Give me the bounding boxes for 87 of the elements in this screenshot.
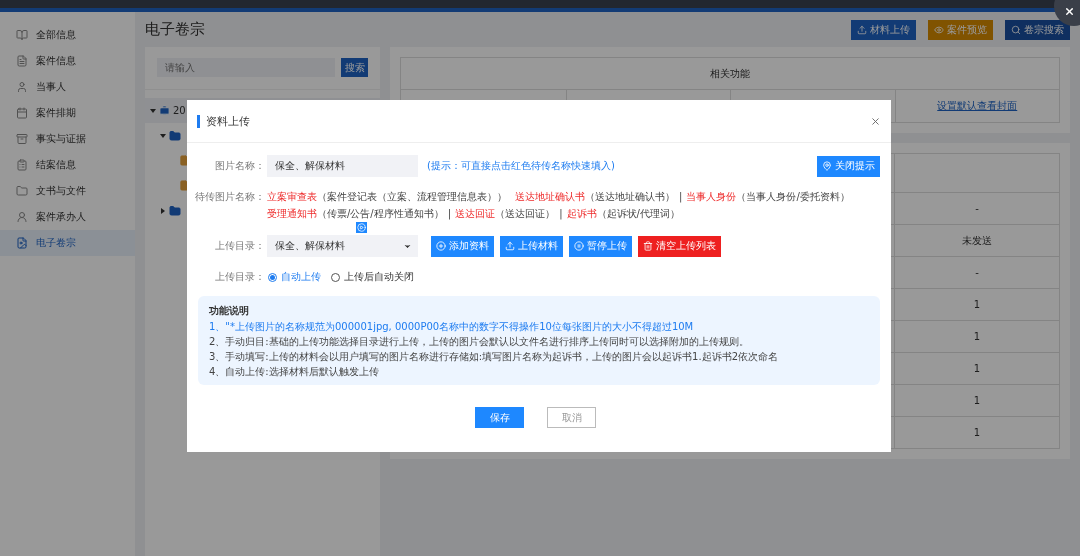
close-icon bbox=[1064, 6, 1075, 17]
field-label: 上传目录： bbox=[214, 240, 265, 252]
sidebar-item[interactable]: 案件排期 bbox=[0, 100, 135, 126]
sidebar-icon bbox=[16, 159, 28, 171]
dialog-title: 资料上传 bbox=[197, 114, 250, 128]
sidebar-icon bbox=[16, 185, 28, 197]
trash-icon bbox=[643, 241, 653, 251]
cover-link[interactable]: 设置默认查看封面 bbox=[937, 99, 1018, 113]
pending-note: （送达地址确认书） bbox=[585, 190, 675, 204]
eye-icon bbox=[934, 24, 944, 35]
dialog-close-button[interactable] bbox=[870, 115, 881, 127]
search-icon bbox=[1011, 24, 1021, 35]
search-button[interactable]: 搜索 bbox=[341, 58, 368, 77]
info-line: 3、手动填写:上传的材料会以用户填写的图片名称进行存储如:填写图片名称为起诉书，上传的图片会以起诉书1.起诉书2依次命名 bbox=[209, 351, 779, 363]
action-button[interactable]: 卷宗搜索 bbox=[1005, 19, 1070, 40]
sidebar-item[interactable]: 电子卷宗 bbox=[0, 230, 135, 256]
pending-note: （案件登记表（立案、流程管理信息表）） bbox=[317, 190, 507, 204]
hint-text: (提示：可直接点击红色待传名称快速填入) bbox=[427, 159, 616, 173]
info-line: 1、"*上传图片的名称规范为000001jpg, 0000P00名称中的数字不得操作10位每张图片的大小不得超过10M bbox=[209, 321, 695, 333]
action-button[interactable]: 案件预览 bbox=[928, 19, 993, 40]
sidebar-icon bbox=[16, 107, 28, 119]
separator-text: | bbox=[447, 207, 452, 222]
sidebar-item[interactable]: 文书与文件 bbox=[0, 178, 135, 204]
close-icon bbox=[870, 115, 881, 127]
pending-name-link[interactable]: 受理通知书 bbox=[267, 205, 317, 222]
pending-name-link[interactable]: 立案审查表 bbox=[267, 188, 317, 205]
field-label: 图片名称： bbox=[214, 160, 265, 172]
pause-icon bbox=[574, 241, 584, 251]
separator-text: | bbox=[559, 207, 563, 222]
pin-icon bbox=[822, 161, 832, 171]
save-button[interactable]: 保存 bbox=[475, 407, 524, 428]
toolbar-button[interactable]: 暂停上传 bbox=[569, 235, 632, 257]
directory-select[interactable]: 保全、解保材料 bbox=[267, 235, 418, 257]
info-line: 4、自动上传:选择材料后默认触发上传 bbox=[209, 366, 380, 378]
sidebar-item[interactable]: 案件信息 bbox=[0, 48, 135, 74]
sidebar-icon bbox=[16, 211, 28, 223]
table-cell: - bbox=[975, 267, 979, 278]
search-field[interactable]: 请输入 bbox=[157, 58, 335, 77]
info-line: 2、手动归目:基础的上传功能选择目录进行上传，上传的图片会默认以文件名进行排序上传同时可以选择附加的上传规则。 bbox=[209, 336, 750, 348]
table-header: 相关功能 bbox=[401, 58, 1059, 90]
toolbar-button[interactable]: 添加资料 bbox=[431, 235, 494, 257]
toolbar-button[interactable]: 上传材料 bbox=[500, 235, 563, 257]
action-button[interactable]: 材料上传 bbox=[851, 19, 916, 40]
table-cell: - bbox=[975, 203, 979, 214]
sidebar-icon bbox=[16, 29, 28, 41]
tree-label[interactable]: 20 bbox=[173, 105, 186, 116]
sidebar-icon bbox=[16, 237, 28, 249]
plus-icon bbox=[436, 241, 446, 251]
pending-note: （起诉状/代理词） bbox=[596, 207, 680, 221]
close-hint-button[interactable]: 关闭提示 bbox=[817, 155, 880, 177]
pending-note: （当事人身份/委托资料） bbox=[736, 190, 850, 204]
radio-option[interactable]: 上传后自动关闭 bbox=[331, 270, 414, 284]
pending-note: （传票/公告/程序性通知书） bbox=[317, 207, 444, 221]
table-cell: 1 bbox=[973, 299, 981, 310]
table-cell: 1 bbox=[973, 331, 981, 342]
table-cell: 未发送 bbox=[962, 233, 992, 248]
cancel-button[interactable]: 取消 bbox=[547, 407, 596, 428]
sidebar-icon bbox=[16, 81, 28, 93]
page-title: 电子卷宗 bbox=[145, 20, 205, 39]
folder-icon bbox=[169, 204, 181, 217]
sidebar-item[interactable]: 结案信息 bbox=[0, 152, 135, 178]
field-label: 上传目录： bbox=[214, 271, 265, 283]
pending-name-link[interactable]: 送达回证 bbox=[455, 205, 496, 222]
image-name-field[interactable]: 保全、解保材料 bbox=[267, 155, 418, 177]
pending-note: （送达回证） bbox=[495, 207, 556, 221]
sidebar-item[interactable]: 当事人 bbox=[0, 74, 135, 100]
pending-name-link[interactable]: 起诉书 bbox=[566, 205, 597, 222]
pending-name-link[interactable]: 当事人身份 bbox=[686, 188, 737, 205]
upload-icon bbox=[505, 241, 515, 251]
sidebar-icon bbox=[16, 55, 28, 67]
radio-option[interactable]: 自动上传 bbox=[268, 270, 321, 284]
toolbar-button[interactable]: 清空上传列表 bbox=[638, 235, 721, 257]
sidebar-item[interactable]: 案件承办人 bbox=[0, 204, 135, 230]
table-cell: 1 bbox=[973, 395, 981, 406]
table-cell: 1 bbox=[973, 363, 981, 374]
briefcase-icon bbox=[159, 105, 170, 116]
sidebar-icon bbox=[16, 133, 28, 145]
sidebar-item[interactable]: 事实与证据 bbox=[0, 126, 135, 152]
separator-text: | bbox=[679, 190, 683, 205]
table-cell: 1 bbox=[973, 427, 981, 438]
upload-icon bbox=[857, 24, 867, 35]
info-title: 功能说明 bbox=[209, 304, 250, 318]
folder-icon bbox=[169, 129, 181, 142]
field-label: 待传图片名称： bbox=[194, 190, 265, 204]
caret-icon[interactable] bbox=[161, 207, 165, 214]
sidebar-item[interactable]: 全部信息 bbox=[0, 22, 135, 48]
pending-name-link[interactable]: 送达地址确认书 bbox=[515, 188, 585, 205]
